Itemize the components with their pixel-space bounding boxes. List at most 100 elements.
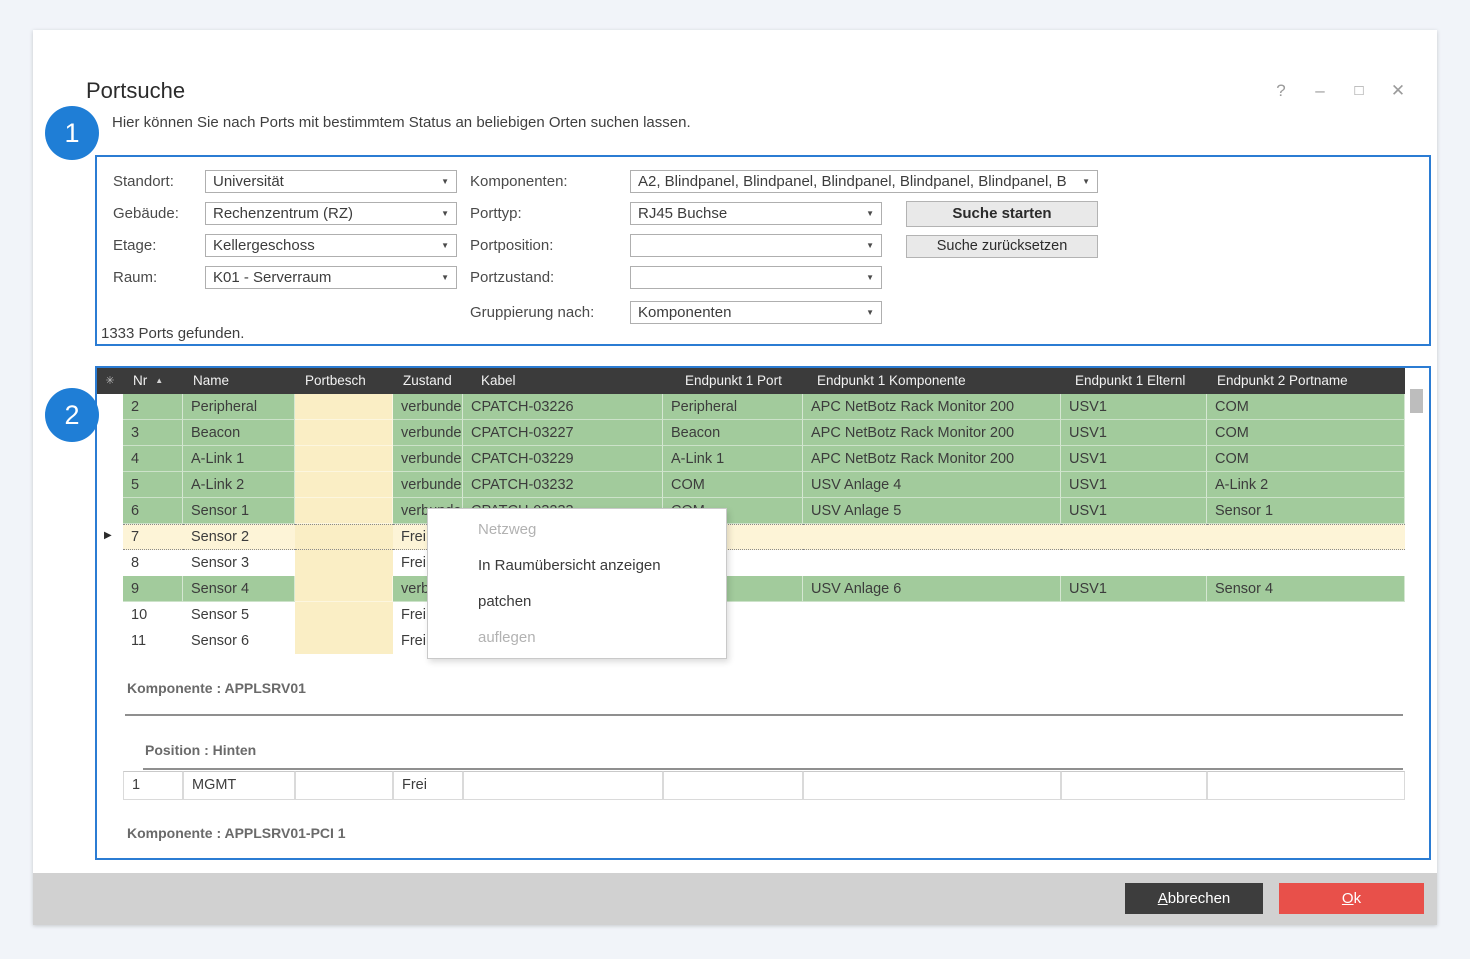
table-cell[interactable]: CPATCH-03227 (463, 420, 663, 446)
table-cell[interactable] (1207, 602, 1405, 628)
table-cell[interactable]: Sensor 1 (1207, 498, 1405, 524)
table-cell[interactable]: Sensor 4 (183, 576, 295, 602)
table-cell[interactable]: USV Anlage 6 (803, 576, 1061, 602)
minimize-icon[interactable]: – (1309, 80, 1331, 102)
table-cell[interactable] (295, 524, 393, 550)
column-settings-icon[interactable]: ✳ (97, 368, 123, 394)
table-cell[interactable] (295, 602, 393, 628)
table-cell[interactable]: 8 (123, 550, 183, 576)
table-row[interactable]: 10Sensor 5Frei (97, 602, 1405, 628)
table-cell[interactable]: APC NetBotz Rack Monitor 200 (803, 420, 1061, 446)
table-cell[interactable]: 10 (123, 602, 183, 628)
column-header-endpunkt1-port[interactable]: Endpunkt 1 Port (663, 368, 803, 394)
start-search-button[interactable]: Suche starten (906, 201, 1098, 227)
table-cell[interactable]: Sensor 1 (183, 498, 295, 524)
table-cell[interactable]: 11 (123, 628, 183, 654)
reset-search-button[interactable]: Suche zurücksetzen (906, 235, 1098, 258)
table-cell[interactable] (295, 446, 393, 472)
table-row[interactable]: 5A-Link 2verbundenCPATCH-03232COMUSV Anl… (97, 472, 1405, 498)
table-cell[interactable] (1061, 771, 1207, 800)
table-cell[interactable]: CPATCH-03226 (463, 394, 663, 420)
table-cell[interactable] (1207, 771, 1405, 800)
table-cell[interactable] (295, 498, 393, 524)
table-row[interactable]: 6Sensor 1verbundenCPATCH-03233COMUSV Anl… (97, 498, 1405, 524)
table-row[interactable]: 11Sensor 6Frei (97, 628, 1405, 654)
table-cell[interactable]: COM (1207, 420, 1405, 446)
table-row[interactable]: 8Sensor 3Frei (97, 550, 1405, 576)
table-cell[interactable] (1061, 628, 1207, 654)
komponenten-dropdown[interactable]: A2, Blindpanel, Blindpanel, Blindpanel, … (630, 170, 1098, 193)
ok-button[interactable]: Ok (1279, 883, 1424, 914)
table-row[interactable]: 1MGMT Frei (97, 771, 1405, 800)
table-cell[interactable] (295, 550, 393, 576)
table-cell[interactable]: COM (1207, 446, 1405, 472)
table-cell[interactable]: verbunden (393, 472, 463, 498)
group-header-komponente-applsrv01[interactable]: Komponente : APPLSRV01 (127, 680, 306, 696)
table-cell[interactable] (295, 771, 393, 800)
table-cell[interactable]: USV1 (1061, 394, 1207, 420)
table-cell[interactable]: 9 (123, 576, 183, 602)
table-cell[interactable]: USV1 (1061, 472, 1207, 498)
table-cell[interactable]: Frei (393, 771, 463, 800)
table-cell[interactable] (295, 472, 393, 498)
maximize-icon[interactable]: □ (1348, 80, 1370, 102)
portzustand-dropdown[interactable]: ▼ (630, 266, 882, 289)
group-header-komponente-applsrv01-pci1[interactable]: Komponente : APPLSRV01-PCI 1 (127, 825, 346, 841)
column-header-nr[interactable]: Nr▲ (123, 368, 183, 394)
table-cell[interactable] (1207, 524, 1405, 550)
table-cell[interactable] (295, 576, 393, 602)
table-row[interactable]: 9Sensor 4verbundenUSV Anlage 6USV1Sensor… (97, 576, 1405, 602)
table-cell[interactable]: verbunden (393, 394, 463, 420)
table-cell[interactable] (1061, 602, 1207, 628)
column-header-name[interactable]: Name (183, 368, 295, 394)
table-cell[interactable]: CPATCH-03232 (463, 472, 663, 498)
table-cell[interactable]: 6 (123, 498, 183, 524)
column-header-zustand[interactable]: Zustand (393, 368, 463, 394)
table-cell[interactable]: 2 (123, 394, 183, 420)
table-cell[interactable]: Peripheral (663, 394, 803, 420)
table-cell[interactable]: Sensor 2 (183, 524, 295, 550)
raum-dropdown[interactable]: K01 - Serverraum ▼ (205, 266, 457, 289)
table-row[interactable]: 2PeripheralverbundenCPATCH-03226Peripher… (97, 394, 1405, 420)
table-cell[interactable]: Sensor 3 (183, 550, 295, 576)
standort-dropdown[interactable]: Universität ▼ (205, 170, 457, 193)
table-cell[interactable]: A-Link 2 (183, 472, 295, 498)
cancel-button[interactable]: Abbrechen (1125, 883, 1263, 914)
table-cell[interactable] (295, 628, 393, 654)
scrollbar-thumb[interactable] (1410, 389, 1423, 413)
table-cell[interactable] (803, 628, 1061, 654)
table-cell[interactable]: Sensor 4 (1207, 576, 1405, 602)
table-cell[interactable] (1061, 524, 1207, 550)
table-cell[interactable]: APC NetBotz Rack Monitor 200 (803, 446, 1061, 472)
table-cell[interactable]: A-Link 2 (1207, 472, 1405, 498)
table-cell[interactable]: A-Link 1 (183, 446, 295, 472)
table-cell[interactable]: 3 (123, 420, 183, 446)
table-cell[interactable] (1061, 550, 1207, 576)
subgroup-header-position-hinten[interactable]: Position : Hinten (145, 742, 256, 758)
table-cell[interactable] (463, 771, 663, 800)
table-cell[interactable]: Beacon (663, 420, 803, 446)
table-cell[interactable]: 1 (123, 771, 183, 800)
table-cell[interactable]: verbunden (393, 446, 463, 472)
column-header-endpunkt1-eltern[interactable]: Endpunkt 1 Elternl (1061, 368, 1207, 394)
etage-dropdown[interactable]: Kellergeschoss ▼ (205, 234, 457, 257)
table-cell[interactable]: MGMT (183, 771, 295, 800)
table-cell[interactable]: Beacon (183, 420, 295, 446)
gebaeude-dropdown[interactable]: Rechenzentrum (RZ) ▼ (205, 202, 457, 225)
column-header-kabel[interactable]: Kabel (463, 368, 663, 394)
table-cell[interactable] (803, 771, 1061, 800)
table-row[interactable]: 4A-Link 1verbundenCPATCH-03229A-Link 1AP… (97, 446, 1405, 472)
table-cell[interactable] (663, 771, 803, 800)
table-row[interactable]: ▶7Sensor 2Frei (97, 524, 1405, 550)
table-cell[interactable] (1207, 628, 1405, 654)
table-cell[interactable] (295, 394, 393, 420)
table-cell[interactable]: USV1 (1061, 498, 1207, 524)
gruppierung-dropdown[interactable]: Komponenten ▼ (630, 301, 882, 324)
table-cell[interactable]: Peripheral (183, 394, 295, 420)
close-icon[interactable]: ✕ (1387, 80, 1409, 102)
table-cell[interactable]: verbunden (393, 420, 463, 446)
table-cell[interactable]: Sensor 5 (183, 602, 295, 628)
table-cell[interactable]: A-Link 1 (663, 446, 803, 472)
table-cell[interactable]: 5 (123, 472, 183, 498)
table-cell[interactable]: COM (1207, 394, 1405, 420)
